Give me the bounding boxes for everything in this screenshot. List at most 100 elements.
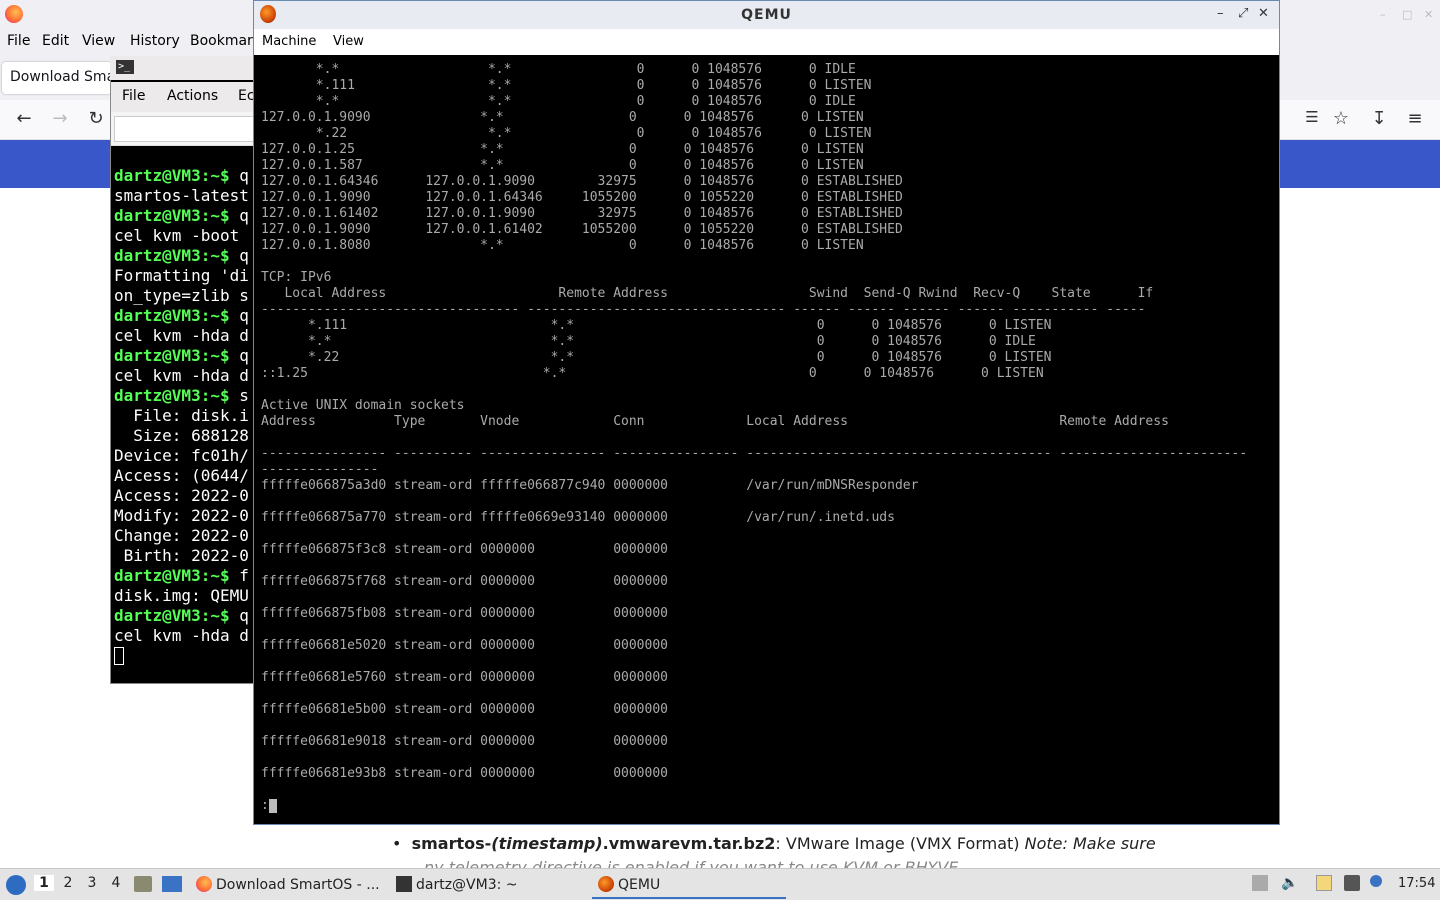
qemu-menu-view[interactable]: View bbox=[333, 34, 364, 49]
console-line: 127.0.0.1.64346 127.0.0.1.9090 32975 0 1… bbox=[261, 174, 903, 189]
terminal-line: Change: 2022-0 bbox=[114, 526, 254, 546]
terminal-line: dartz@VM3:~$ q bbox=[114, 206, 254, 226]
terminal-output[interactable]: dartz@VM3:~$ q smartos-latest dartz@VM3:~$… bbox=[114, 166, 254, 682]
file-manager-icon[interactable] bbox=[134, 876, 152, 892]
downloads-icon[interactable]: ↧ bbox=[1367, 108, 1391, 129]
task-terminal[interactable]: dartz@VM3: ~ bbox=[390, 871, 584, 899]
terminal-line: cel kvm -hda d bbox=[114, 366, 254, 386]
close-icon[interactable]: ✕ bbox=[1424, 8, 1433, 21]
back-icon[interactable]: ← bbox=[12, 108, 36, 129]
terminal-line-text: q bbox=[239, 606, 249, 625]
workspace-3[interactable]: 3 bbox=[82, 875, 102, 891]
console-line: TCP: IPv6 bbox=[261, 270, 332, 285]
terminal-prompt: dartz@VM3:~$ bbox=[114, 166, 240, 185]
notes-tray-icon[interactable] bbox=[1316, 875, 1332, 891]
console-line: 127.0.0.1.61402 127.0.0.1.9090 32975 0 1… bbox=[261, 206, 903, 221]
bullet-note-continued: ny telemetry directive is enabled if you… bbox=[424, 858, 959, 868]
task-qemu[interactable]: QEMU bbox=[592, 871, 786, 899]
show-desktop-icon[interactable] bbox=[162, 876, 182, 892]
terminal-line: Device: fc01h/ bbox=[114, 446, 254, 466]
qemu-minimize-icon[interactable]: – bbox=[1217, 6, 1224, 21]
terminal-line: dartz@VM3:~$ s bbox=[114, 386, 254, 406]
menu-file[interactable]: File bbox=[7, 33, 30, 49]
download-list-item-line2: ny telemetry directive is enabled if you… bbox=[424, 858, 958, 868]
clipboard-tray-icon[interactable] bbox=[1252, 875, 1268, 891]
terminal-line: dartz@VM3:~$ f bbox=[114, 566, 254, 586]
terminal-line-text: Device: fc01h/ bbox=[114, 446, 249, 465]
task-firefox[interactable]: Download SmartOS - ... bbox=[190, 871, 384, 899]
terminal-line: Modify: 2022-0 bbox=[114, 506, 254, 526]
terminal-line-text: disk.img: QEMU bbox=[114, 586, 249, 605]
firefox-logo-icon bbox=[5, 5, 23, 23]
terminal-prompt: dartz@VM3:~$ bbox=[114, 206, 240, 225]
console-line: *.111 *.* 0 0 1048576 0 LISTEN bbox=[261, 78, 872, 93]
workspace-4[interactable]: 4 bbox=[106, 875, 126, 891]
terminal-line: dartz@VM3:~$ q bbox=[114, 166, 254, 186]
console-line: 127.0.0.1.9090 127.0.0.1.64346 1055200 0… bbox=[261, 190, 903, 205]
terminal-line: dartz@VM3:~$ q bbox=[114, 306, 254, 326]
bullet-timestamp: (timestamp) bbox=[491, 834, 603, 853]
terminal-line-text: cel kvm -hda d bbox=[114, 626, 249, 645]
terminal-line-text: q bbox=[239, 166, 249, 185]
qemu-titlebar[interactable]: QEMU bbox=[254, 1, 1279, 29]
terminal-line: File: disk.i bbox=[114, 406, 254, 426]
menu-edit[interactable]: Edit bbox=[42, 33, 69, 49]
workspace-2[interactable]: 2 bbox=[58, 875, 78, 891]
terminal-line-text: f bbox=[239, 566, 249, 585]
reader-view-icon[interactable]: ☰ bbox=[1300, 108, 1324, 126]
notification-icon[interactable] bbox=[1370, 875, 1382, 887]
terminal-line: Formatting 'di bbox=[114, 266, 254, 286]
terminal-icon: >_ bbox=[116, 60, 134, 74]
terminal-line-text: smartos-latest bbox=[114, 186, 249, 205]
console-line: --------------- bbox=[261, 462, 379, 477]
terminal-task-icon bbox=[396, 876, 412, 892]
console-line: ::1.25 *.* 0 0 1048576 0 LISTEN bbox=[261, 366, 1044, 381]
start-menu-icon[interactable] bbox=[6, 875, 26, 895]
terminal-prompt: dartz@VM3:~$ bbox=[114, 246, 240, 265]
bookmark-star-icon[interactable]: ☆ bbox=[1329, 108, 1353, 129]
qemu-close-icon[interactable]: ✕ bbox=[1258, 6, 1269, 21]
term-menu-file[interactable]: File bbox=[122, 88, 145, 104]
browser-tab[interactable]: Download Sma bbox=[2, 62, 112, 94]
workspace-1[interactable]: 1 bbox=[34, 875, 54, 891]
terminal-tab[interactable] bbox=[114, 116, 254, 142]
terminal-prompt: dartz@VM3:~$ bbox=[114, 386, 240, 405]
minimize-icon[interactable]: – bbox=[1380, 8, 1386, 21]
terminal-line-text: File: disk.i bbox=[114, 406, 249, 425]
terminal-prompt: dartz@VM3:~$ bbox=[114, 566, 240, 585]
maximize-icon[interactable]: □ bbox=[1402, 8, 1412, 21]
console-line: fffffe066875a3d0 stream-ord fffffe066877… bbox=[261, 478, 919, 493]
network-tray-icon[interactable] bbox=[1344, 875, 1360, 891]
reload-icon[interactable]: ↻ bbox=[84, 108, 108, 129]
menu-history[interactable]: History bbox=[130, 33, 180, 49]
terminal-cursor bbox=[114, 647, 124, 665]
terminal-line-text: Access: 2022-0 bbox=[114, 486, 249, 505]
term-menu-actions[interactable]: Actions bbox=[167, 88, 218, 104]
terminal-line: dartz@VM3:~$ q bbox=[114, 606, 254, 626]
qemu-logo-icon bbox=[260, 5, 276, 23]
qemu-maximize-icon[interactable]: ⤢ bbox=[1238, 6, 1248, 21]
download-list-item: • smartos-(timestamp).vmwarevm.tar.bz2: … bbox=[392, 834, 1156, 853]
console-line: *.111 *.* 0 0 1048576 0 LISTEN bbox=[261, 318, 1052, 333]
terminal-line: cel kvm -boot bbox=[114, 226, 254, 246]
terminal-tabbar bbox=[111, 112, 257, 146]
forward-icon[interactable]: → bbox=[48, 108, 72, 129]
console-line: Local Address Remote Address Swind Send-… bbox=[261, 286, 1154, 301]
console-line: : bbox=[261, 798, 269, 813]
qemu-menu-machine[interactable]: Machine bbox=[262, 34, 316, 49]
volume-icon[interactable]: 🔈 bbox=[1281, 875, 1298, 891]
menu-view[interactable]: View bbox=[82, 33, 115, 49]
console-line: fffffe06681e5020 stream-ord 0000000 0000… bbox=[261, 638, 668, 653]
hamburger-menu-icon[interactable]: ≡ bbox=[1403, 108, 1427, 129]
terminal-line-text: s bbox=[239, 386, 249, 405]
terminal-line-text: Access: (0644/ bbox=[114, 466, 249, 485]
terminal-line: dartz@VM3:~$ q bbox=[114, 346, 254, 366]
clock[interactable]: 17:54 bbox=[1398, 876, 1435, 891]
terminal-prompt: dartz@VM3:~$ bbox=[114, 306, 240, 325]
console-line: *.* *.* 0 0 1048576 0 IDLE bbox=[261, 334, 1036, 349]
task-firefox-label: Download SmartOS - ... bbox=[216, 877, 380, 893]
